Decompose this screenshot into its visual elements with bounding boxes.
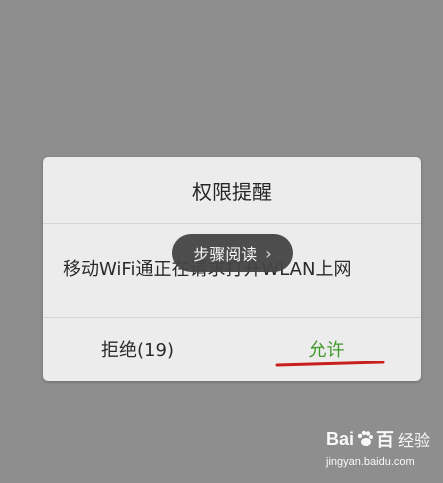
red-underline-annotation bbox=[275, 361, 385, 367]
dialog-title: 权限提醒 bbox=[192, 179, 272, 204]
baidu-logo: Bai 百 经验 bbox=[326, 426, 430, 452]
dialog-title-divider bbox=[43, 223, 421, 224]
jingyan-label: 经验 bbox=[398, 433, 431, 450]
chevron-right-icon: › bbox=[265, 243, 272, 263]
baidu-jingyan-watermark: Bai 百 经验 jingyan.baidu.com bbox=[326, 426, 438, 474]
step-reading-label: 步骤阅读 bbox=[193, 245, 258, 264]
deny-button[interactable]: 拒绝(19) bbox=[43, 328, 232, 370]
step-reading-button[interactable]: 步骤阅读 › bbox=[172, 234, 293, 272]
baidu-logo-text-right: 百 bbox=[376, 430, 395, 450]
dialog-buttons-divider bbox=[43, 317, 421, 318]
baidu-logo-text-left: Bai bbox=[326, 428, 355, 449]
watermark-url: jingyan.baidu.com bbox=[326, 456, 415, 468]
paw-icon bbox=[357, 430, 374, 446]
